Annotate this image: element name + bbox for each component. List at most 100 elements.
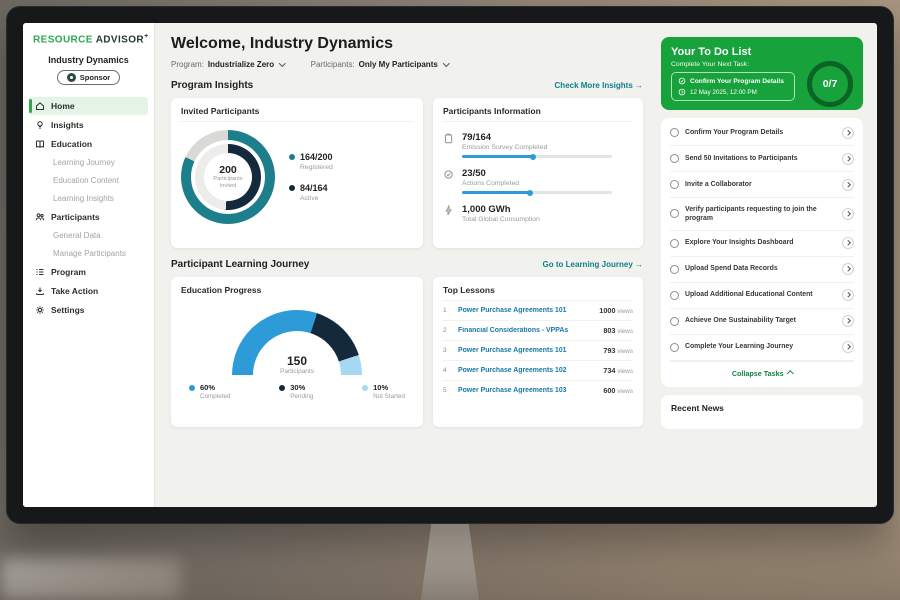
actions-value: 23/50	[462, 168, 612, 179]
task-checkbox[interactable]	[670, 239, 679, 248]
sidebar-item-learning-insights[interactable]: Learning Insights	[29, 190, 148, 207]
task-checkbox[interactable]	[670, 154, 679, 163]
task-item-verify-participants[interactable]: Verify participants requesting to join t…	[670, 198, 854, 231]
filter-bar: Program: Industrialize Zero Participants…	[171, 60, 643, 69]
invited-donut-inner-ring: 200 Participants Invited	[195, 144, 261, 210]
lesson-views-label: views	[616, 388, 634, 395]
actions-icon	[443, 169, 454, 194]
not-started-pct: 10%	[373, 383, 388, 392]
sidebar-item-insights[interactable]: Insights	[29, 116, 148, 134]
chevron-right-icon[interactable]	[842, 263, 854, 275]
task-item-explore-insights[interactable]: Explore Your Insights Dashboard	[670, 231, 854, 257]
insights-cards-row: Invited Participants 200 Participants In…	[171, 98, 643, 248]
lesson-views-label: views	[616, 328, 634, 335]
chevron-right-icon[interactable]	[842, 237, 854, 249]
sidebar-item-take-action[interactable]: Take Action	[29, 282, 148, 300]
sidebar-item-education[interactable]: Education	[29, 135, 148, 153]
invited-donut-center: 200 Participants Invited	[204, 153, 252, 201]
task-label: Confirm Your Program Details	[685, 128, 836, 137]
participants-filter-label: Participants:	[311, 60, 355, 69]
task-item-complete-learning-journey[interactable]: Complete Your Learning Journey	[670, 335, 854, 361]
lesson-link[interactable]: Power Purchase Agreements 103	[458, 387, 597, 394]
task-checkbox[interactable]	[670, 317, 679, 326]
survey-progress-track	[462, 155, 612, 158]
sidebar-item-label: Education Content	[53, 176, 119, 185]
lesson-rank: 2	[443, 327, 452, 334]
lesson-rank: 5	[443, 387, 452, 394]
chevron-right-icon[interactable]	[842, 315, 854, 327]
lesson-link[interactable]: Power Purchase Agreements 101	[458, 347, 597, 354]
chevron-right-icon[interactable]	[842, 289, 854, 301]
gauge-label: Participants	[232, 368, 362, 375]
task-checkbox[interactable]	[670, 291, 679, 300]
task-label: Complete Your Learning Journey	[685, 342, 836, 351]
sidebar-item-manage-participants[interactable]: Manage Participants	[29, 245, 148, 262]
sponsor-icon	[67, 73, 76, 82]
pending-pct: 30%	[290, 383, 305, 392]
task-item-achieve-target[interactable]: Achieve One Sustainability Target	[670, 309, 854, 335]
invited-chart-body: 200 Participants Invited 164/200	[181, 130, 413, 224]
participants-information-card: Participants Information 79/164 Emission…	[433, 98, 643, 248]
sidebar-item-home[interactable]: Home	[29, 97, 148, 115]
sidebar-item-label: Insights	[51, 120, 84, 130]
gauge-center: 150 Participants	[232, 354, 362, 375]
chevron-right-icon[interactable]	[842, 127, 854, 139]
task-checkbox[interactable]	[670, 265, 679, 274]
task-checkbox[interactable]	[670, 180, 679, 189]
chevron-right-icon[interactable]	[842, 153, 854, 165]
sidebar-item-general-data[interactable]: General Data	[29, 227, 148, 244]
sidebar-item-program[interactable]: Program	[29, 263, 148, 281]
sidebar-item-education-content[interactable]: Education Content	[29, 172, 148, 189]
chevron-right-icon[interactable]	[842, 341, 854, 353]
lesson-link[interactable]: Power Purchase Agreements 102	[458, 367, 597, 374]
task-item-send-invitations[interactable]: Send 50 Invitations to Participants	[670, 146, 854, 172]
go-to-learning-journey-link[interactable]: Go to Learning Journey →	[543, 260, 643, 269]
program-filter-label: Program:	[171, 60, 204, 69]
task-label: Explore Your Insights Dashboard	[685, 238, 836, 247]
todo-progress-ring: 0/7	[807, 61, 853, 107]
task-item-confirm-program[interactable]: Confirm Your Program Details	[670, 120, 854, 146]
recent-news-card[interactable]: Recent News	[661, 395, 863, 429]
chevron-right-icon[interactable]	[842, 208, 854, 220]
actions-progress-track	[462, 191, 612, 194]
task-item-upload-spend-data[interactable]: Upload Spend Data Records	[670, 257, 854, 283]
lesson-row: 1 Power Purchase Agreements 101 1000 vie…	[443, 301, 633, 321]
invited-donut-chart: 200 Participants Invited	[181, 130, 275, 224]
task-item-upload-educational-content[interactable]: Upload Additional Educational Content	[670, 283, 854, 309]
collapse-tasks-link[interactable]: Collapse Tasks	[670, 361, 854, 385]
task-checkbox[interactable]	[670, 343, 679, 352]
education-gauge-chart: 150 Participants	[232, 310, 362, 375]
task-checkbox[interactable]	[670, 128, 679, 137]
task-item-invite-collaborator[interactable]: Invite a Collaborator	[670, 172, 854, 198]
sponsor-badge[interactable]: Sponsor	[57, 70, 120, 85]
main-content: Welcome, Industry Dynamics Program: Indu…	[155, 23, 655, 507]
sidebar: RESOURCE ADVISOR+ Industry Dynamics Spon…	[23, 23, 155, 507]
task-checkbox[interactable]	[670, 209, 679, 218]
page-title: Welcome, Industry Dynamics	[171, 35, 643, 53]
survey-progress-fill	[462, 155, 534, 158]
card-title: Education Progress	[181, 285, 413, 300]
completed-dot	[189, 385, 195, 391]
learning-cards-row: Education Progress 150 Participants	[171, 277, 643, 427]
chevron-up-icon	[787, 370, 793, 376]
card-title: Top Lessons	[443, 285, 633, 301]
sidebar-item-participants[interactable]: Participants	[29, 208, 148, 226]
lesson-link[interactable]: Financial Considerations - VPPAs	[458, 327, 597, 334]
lesson-views: 793	[603, 346, 615, 355]
sidebar-item-label: Participants	[51, 212, 100, 222]
participants-filter[interactable]: Participants: Only My Participants	[311, 60, 449, 69]
lesson-link[interactable]: Power Purchase Agreements 101	[458, 307, 593, 314]
energy-icon	[443, 205, 454, 223]
chevron-right-icon[interactable]	[842, 179, 854, 191]
survey-icon	[443, 133, 454, 158]
participants-filter-value: Only My Participants	[359, 60, 438, 69]
active-dot	[289, 185, 295, 191]
invited-participants-card: Invited Participants 200 Participants In…	[171, 98, 423, 248]
dashboard-screen: RESOURCE ADVISOR+ Industry Dynamics Spon…	[23, 23, 877, 507]
check-more-insights-link[interactable]: Check More Insights →	[555, 81, 643, 90]
next-task-box[interactable]: Confirm Your Program Details 12 May 2025…	[671, 72, 795, 101]
program-filter[interactable]: Program: Industrialize Zero	[171, 60, 285, 69]
check-circle-icon	[678, 77, 686, 85]
sidebar-item-learning-journey[interactable]: Learning Journey	[29, 154, 148, 171]
sidebar-item-settings[interactable]: Settings	[29, 301, 148, 319]
